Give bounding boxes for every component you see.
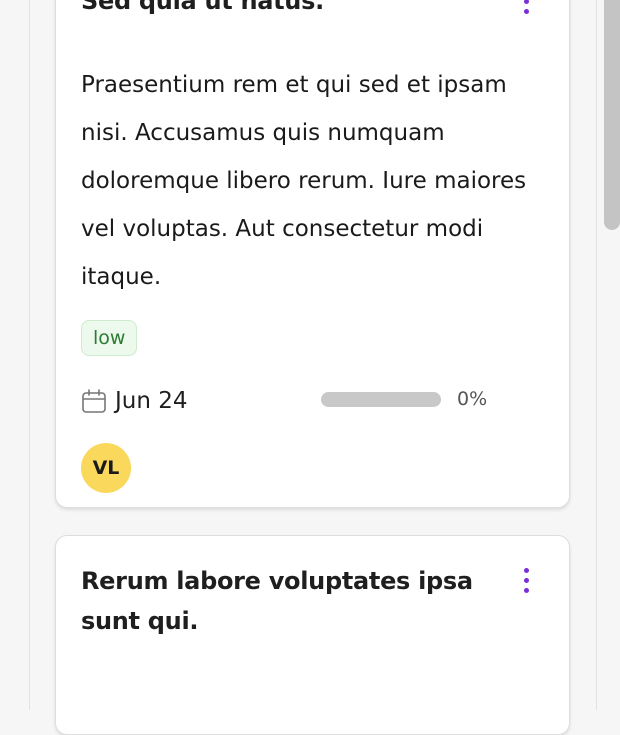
scrollbar-thumb[interactable] [604,0,620,230]
assignee-avatar[interactable]: VL [81,443,131,493]
task-card[interactable]: Rerum labore voluptates ipsa sunt qui. [55,535,570,735]
progress-bar [321,391,441,407]
progress-label: 0% [457,388,488,410]
more-vertical-icon [523,567,529,573]
more-vertical-icon-dot [523,577,529,583]
progress-indicator: 0% [321,388,487,410]
task-description: Praesentium rem et qui sed et ipsam nisi… [81,72,527,290]
due-date-text: Jun 24 [115,388,188,414]
priority-badge: low [81,320,138,356]
more-vertical-icon-dot [523,587,529,593]
task-menu-button[interactable] [511,562,541,598]
task-title: Rerum labore voluptates ipsa sunt qui. [81,567,473,635]
due-date: Jun 24 [81,384,188,418]
task-card[interactable]: Sed quia ut natus. Praesentium rem et qu… [55,0,570,508]
calendar-icon [82,389,106,413]
more-vertical-icon-dot [523,0,529,4]
more-vertical-icon-dot [523,8,529,14]
task-menu-button[interactable] [511,0,541,19]
task-title: Sed quia ut natus. [81,0,324,15]
